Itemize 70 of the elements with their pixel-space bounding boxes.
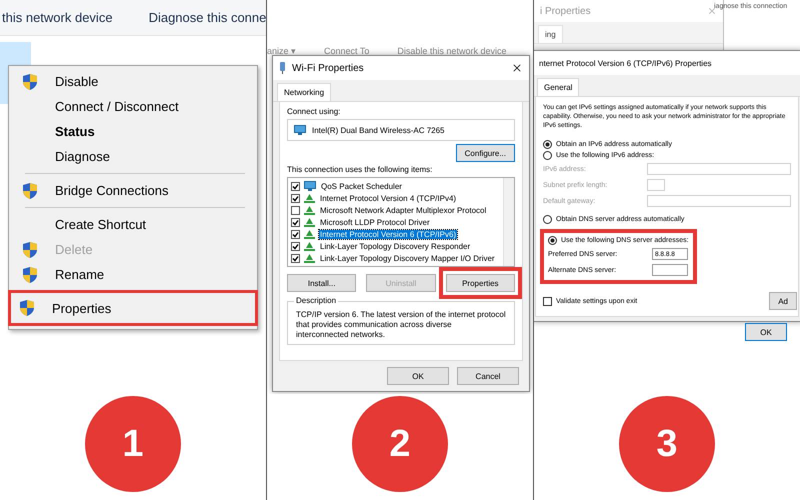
monitor-icon <box>294 125 306 135</box>
dialog-button[interactable]: Cancel <box>457 367 519 385</box>
checkbox[interactable] <box>291 194 300 202</box>
toolbar-command[interactable]: this network device <box>2 10 113 25</box>
network-protocol-icon <box>304 254 315 262</box>
radio-button[interactable] <box>548 236 557 245</box>
menu-item[interactable]: Bridge Connections <box>11 178 255 203</box>
checkbox[interactable] <box>291 242 300 250</box>
tab[interactable]: Networking <box>277 83 332 101</box>
scrollbar[interactable] <box>503 178 514 266</box>
menu-item[interactable]: Disable <box>11 69 255 94</box>
checkbox[interactable] <box>543 296 552 306</box>
step-number: 1 <box>85 396 181 492</box>
radio-button[interactable] <box>543 215 552 224</box>
list-item[interactable]: Link-Layer Topology Discovery Responder <box>319 242 472 250</box>
dialog-title: Wi-Fi Properties <box>292 62 365 74</box>
list-item[interactable]: QoS Packet Scheduler <box>320 182 403 190</box>
menu-item[interactable]: Create Shortcut <box>11 212 255 237</box>
checkbox[interactable] <box>291 230 300 238</box>
toolbar-command[interactable]: Connect To <box>324 46 370 56</box>
input-field[interactable] <box>652 264 688 276</box>
tab[interactable]: General <box>537 78 580 96</box>
network-protocol-icon <box>304 230 315 238</box>
close-icon[interactable] <box>511 62 523 74</box>
advanced-button[interactable]: Ad <box>769 292 797 310</box>
adapter-icon <box>279 62 286 74</box>
list-item[interactable]: Link-Layer Topology Discovery Mapper I/O Driver <box>319 254 496 262</box>
menu-item[interactable]: Diagnose <box>11 144 255 169</box>
shield-icon <box>20 300 34 316</box>
dialog-button[interactable]: OK <box>387 367 449 385</box>
field-label: Connect using: <box>287 107 342 116</box>
checkbox[interactable] <box>291 254 300 262</box>
monitor-icon <box>304 181 316 191</box>
window-title: i Properties <box>540 6 592 16</box>
adapter-field: Intel(R) Dual Band Wireless-AC 7265 <box>287 119 515 141</box>
network-protocol-icon <box>304 194 315 202</box>
highlighted-menu-item[interactable]: Properties <box>8 290 258 326</box>
description-text: TCP/IP version 6. The latest version of the internet protocol that provides communication across diverse interconnected networks. <box>296 310 506 340</box>
shield-icon <box>23 242 37 258</box>
list-item[interactable]: Microsoft Network Adapter Multiplexor Protocol <box>319 206 488 214</box>
dialog-title: nternet Protocol Version 6 (TCP/IPv6) Properties <box>539 58 713 68</box>
network-protocol-icon <box>304 218 315 226</box>
menu-item[interactable]: Rename <box>11 262 255 287</box>
radio-button[interactable] <box>543 140 552 149</box>
dialog-button[interactable]: Properties <box>446 274 515 292</box>
network-protocol-icon <box>304 206 315 214</box>
list-item[interactable]: Internet Protocol Version 6 (TCP/IPv6) <box>319 230 458 238</box>
radio-button[interactable] <box>543 151 552 160</box>
toolbar-command[interactable]: Disable this network device <box>397 46 506 56</box>
toolbar-command[interactable]: anize ▾ <box>267 46 296 56</box>
configure-button[interactable]: Configure... <box>456 144 515 162</box>
tab[interactable]: ing <box>538 25 563 43</box>
checkbox[interactable] <box>291 182 300 190</box>
step-number: 3 <box>619 396 715 492</box>
group-title: Description <box>294 296 338 305</box>
network-protocol-icon <box>304 242 315 250</box>
step-number: 2 <box>352 396 448 492</box>
shield-icon <box>23 74 37 90</box>
ok-button[interactable]: OK <box>745 323 787 341</box>
checkbox[interactable] <box>291 218 300 226</box>
checkbox[interactable] <box>291 206 300 214</box>
shield-icon <box>23 266 37 282</box>
dialog-button[interactable]: Install... <box>287 274 356 292</box>
list-item[interactable]: Microsoft LLDP Protocol Driver <box>319 218 431 226</box>
field-label: This connection uses the following items: <box>287 165 434 174</box>
menu-item[interactable]: Status <box>11 119 255 144</box>
menu-item[interactable]: Connect / Disconnect <box>11 94 255 119</box>
toolbar-command[interactable]: Diagnose this conne <box>148 10 266 25</box>
list-item[interactable]: Internet Protocol Version 4 (TCP/IPv4) <box>319 194 458 202</box>
shield-icon <box>23 182 37 198</box>
